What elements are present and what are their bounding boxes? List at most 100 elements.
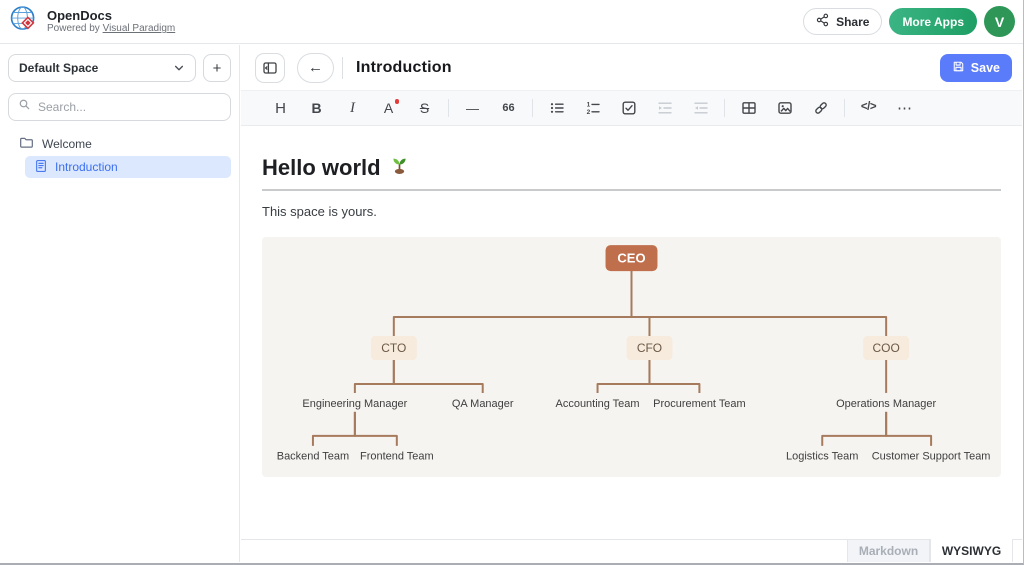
folder-icon: [19, 135, 34, 153]
org-edge-eng-be: [313, 412, 355, 446]
heading-icon: H: [275, 101, 286, 116]
sidebar-panel-icon: [262, 60, 278, 76]
svg-text:Accounting Team: Accounting Team: [556, 398, 640, 410]
search-box: [8, 93, 231, 121]
org-edge-ceo-cto: [394, 271, 632, 336]
text-color-icon: A: [384, 101, 393, 115]
space-selector[interactable]: Default Space: [8, 54, 196, 82]
share-label: Share: [836, 15, 869, 29]
org-edge-cto-qa: [394, 360, 483, 393]
space-name: Default Space: [19, 61, 98, 75]
topbar-divider: [342, 57, 343, 79]
italic-icon: I: [350, 101, 355, 116]
page-title: Introduction: [356, 59, 452, 77]
save-label: Save: [971, 61, 1000, 75]
visual-paradigm-link[interactable]: Visual Paradigm: [103, 23, 176, 34]
document-editor[interactable]: Hello world This space is yours. CEOCTOC…: [241, 126, 1022, 539]
search-input[interactable]: [38, 100, 221, 114]
toolbar-divider: [448, 99, 449, 117]
document-paragraph: This space is yours.: [262, 204, 1001, 219]
toolbar-divider: [844, 99, 845, 117]
save-button[interactable]: Save: [940, 54, 1012, 82]
toggle-sidebar-button[interactable]: [255, 53, 285, 83]
share-button[interactable]: Share: [803, 8, 882, 35]
org-edge-cto-eng: [355, 360, 394, 393]
svg-text:Customer Support Team: Customer Support Team: [872, 451, 991, 463]
org-node-acct: Accounting Team: [556, 398, 640, 410]
task-list-icon: [621, 100, 637, 116]
org-node-fe: Frontend Team: [360, 451, 434, 463]
indent-icon: [657, 100, 673, 116]
app-logo-icon: [10, 5, 39, 39]
chevron-down-icon: [173, 62, 185, 74]
more-button[interactable]: ⋯: [891, 95, 918, 121]
bullet-list-icon: [549, 100, 565, 116]
svg-text:2: 2: [586, 109, 590, 116]
share-icon: [816, 13, 830, 30]
org-chart-figure[interactable]: CEOCTOCFOCOOEngineering ManagerQA Manage…: [262, 237, 1001, 477]
numbered-list-button[interactable]: 12: [579, 95, 606, 121]
status-bar: Markdown WYSIWYG: [241, 539, 1022, 562]
code-icon: </>: [861, 102, 876, 114]
table-icon: [741, 100, 757, 116]
tree-item-welcome[interactable]: Welcome: [0, 134, 239, 154]
italic-button[interactable]: I: [339, 95, 366, 121]
org-node-qa: QA Manager: [452, 398, 514, 410]
document-topbar: ← Introduction Save: [241, 45, 1022, 90]
svg-text:QA Manager: QA Manager: [452, 398, 514, 410]
image-button[interactable]: [771, 95, 798, 121]
svg-text:Backend Team: Backend Team: [277, 451, 349, 463]
org-node-be: Backend Team: [277, 451, 349, 463]
heading-button[interactable]: H: [267, 95, 294, 121]
tab-wysiwyg[interactable]: WYSIWYG: [930, 539, 1013, 562]
org-edge-ceo-cfo: [632, 271, 650, 336]
user-avatar[interactable]: V: [984, 6, 1015, 37]
svg-text:CFO: CFO: [637, 341, 662, 355]
app-window: OpenDocs Powered by Visual Paradigm Shar…: [0, 0, 1024, 565]
org-node-eng: Engineering Manager: [302, 398, 407, 410]
powered-by-text: Powered by: [47, 23, 100, 34]
strikethrough-icon: S: [420, 101, 429, 115]
horizontal-rule-button[interactable]: —: [459, 95, 486, 121]
org-node-ops: Operations Manager: [836, 398, 936, 410]
strikethrough-button[interactable]: S: [411, 95, 438, 121]
org-node-log: Logistics Team: [786, 451, 858, 463]
code-button[interactable]: </>: [855, 95, 882, 121]
tree-item-introduction[interactable]: Introduction: [25, 156, 231, 178]
table-button[interactable]: [735, 95, 762, 121]
outdent-button[interactable]: [687, 95, 714, 121]
app-header: OpenDocs Powered by Visual Paradigm Shar…: [0, 0, 1023, 44]
app-name: OpenDocs: [47, 8, 175, 23]
app-tagline: Powered by Visual Paradigm: [47, 23, 175, 35]
color-dot: [395, 99, 400, 104]
back-button[interactable]: ←: [297, 53, 334, 83]
task-list-button[interactable]: [615, 95, 642, 121]
header-actions: Share More Apps V: [803, 6, 1015, 37]
tab-markdown[interactable]: Markdown: [847, 540, 930, 562]
org-node-cfo: CFO: [627, 336, 673, 360]
search-icon: [18, 98, 31, 116]
org-chart-svg: CEOCTOCFOCOOEngineering ManagerQA Manage…: [262, 237, 1001, 477]
add-space-button[interactable]: +: [203, 54, 231, 82]
blockquote-icon: 66: [502, 103, 514, 114]
bold-button[interactable]: B: [303, 95, 330, 121]
svg-text:Frontend Team: Frontend Team: [360, 451, 434, 463]
more-icon: ⋯: [897, 101, 912, 116]
svg-text:CTO: CTO: [381, 341, 406, 355]
format-toolbar: H B I A S — 66 12 </> ⋯: [241, 90, 1022, 126]
blockquote-button[interactable]: 66: [495, 95, 522, 121]
tree-item-label: Welcome: [42, 137, 92, 151]
tree-item-label: Introduction: [55, 160, 118, 174]
app-title-block: OpenDocs Powered by Visual Paradigm: [47, 8, 175, 35]
org-edge-ops-log: [822, 412, 886, 446]
heading-text: Hello world: [262, 155, 381, 181]
link-button[interactable]: [807, 95, 834, 121]
more-apps-button[interactable]: More Apps: [889, 8, 977, 35]
org-node-coo: COO: [863, 336, 909, 360]
page-tree: Welcome Introduction: [0, 134, 239, 178]
numbered-list-icon: 12: [585, 100, 601, 116]
indent-button[interactable]: [651, 95, 678, 121]
bullet-list-button[interactable]: [543, 95, 570, 121]
org-edge-eng-fe: [355, 412, 397, 446]
text-color-button[interactable]: A: [375, 95, 402, 121]
